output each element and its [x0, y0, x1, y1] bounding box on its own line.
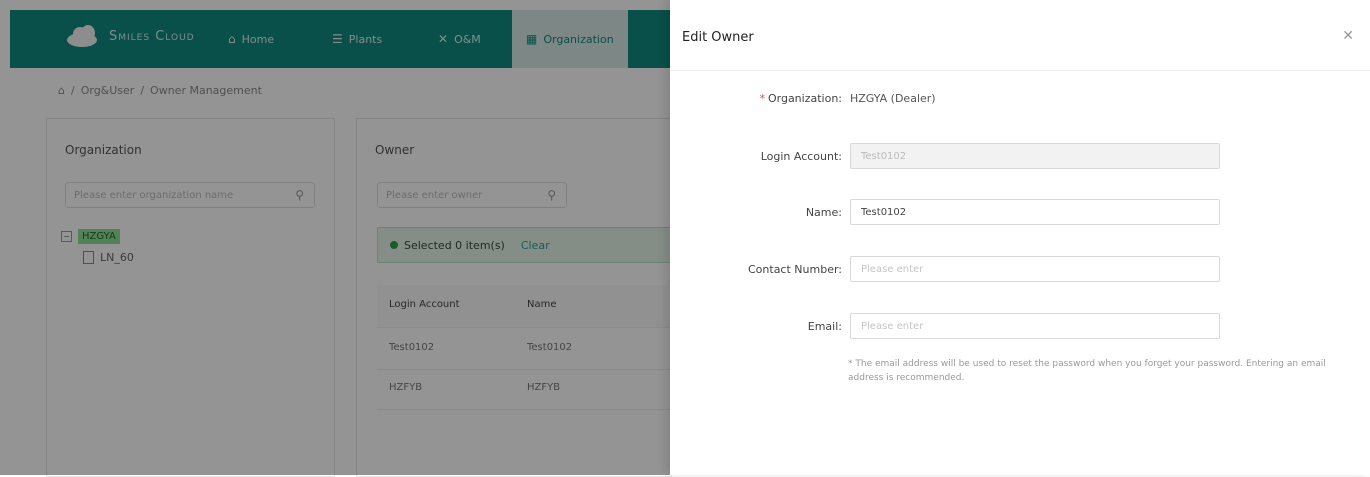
- name-row: Name:: [670, 199, 1220, 225]
- contact-number-label: Contact Number:: [748, 262, 842, 276]
- close-icon[interactable]: ✕: [1342, 28, 1354, 44]
- modal-mask[interactable]: [0, 0, 670, 475]
- required-mark: *: [759, 92, 765, 105]
- login-account-row: Login Account:: [670, 143, 1220, 169]
- contact-number-row: Contact Number:: [670, 256, 1220, 282]
- organization-label: * Organization:: [670, 92, 850, 105]
- name-label: Name:: [805, 205, 842, 219]
- drawer-divider: [670, 70, 1370, 71]
- login-account-label: Login Account:: [760, 149, 842, 163]
- email-hint: * The email address will be used to rese…: [848, 359, 1326, 383]
- email-label: Email:: [807, 319, 842, 333]
- email-row: Email:: [670, 313, 1220, 339]
- organization-value: HZGYA (Dealer): [850, 92, 936, 105]
- drawer-title: Edit Owner: [682, 30, 754, 45]
- email-input[interactable]: [850, 313, 1220, 339]
- organization-row: * Organization: HZGYA (Dealer): [670, 92, 936, 105]
- edit-owner-drawer: Edit Owner ✕ * Organization: HZGYA (Deale…: [670, 0, 1370, 475]
- contact-number-input[interactable]: [850, 256, 1220, 282]
- name-input[interactable]: [850, 199, 1220, 225]
- login-account-input: [850, 143, 1220, 169]
- organization-label-text: Organization:: [767, 92, 842, 105]
